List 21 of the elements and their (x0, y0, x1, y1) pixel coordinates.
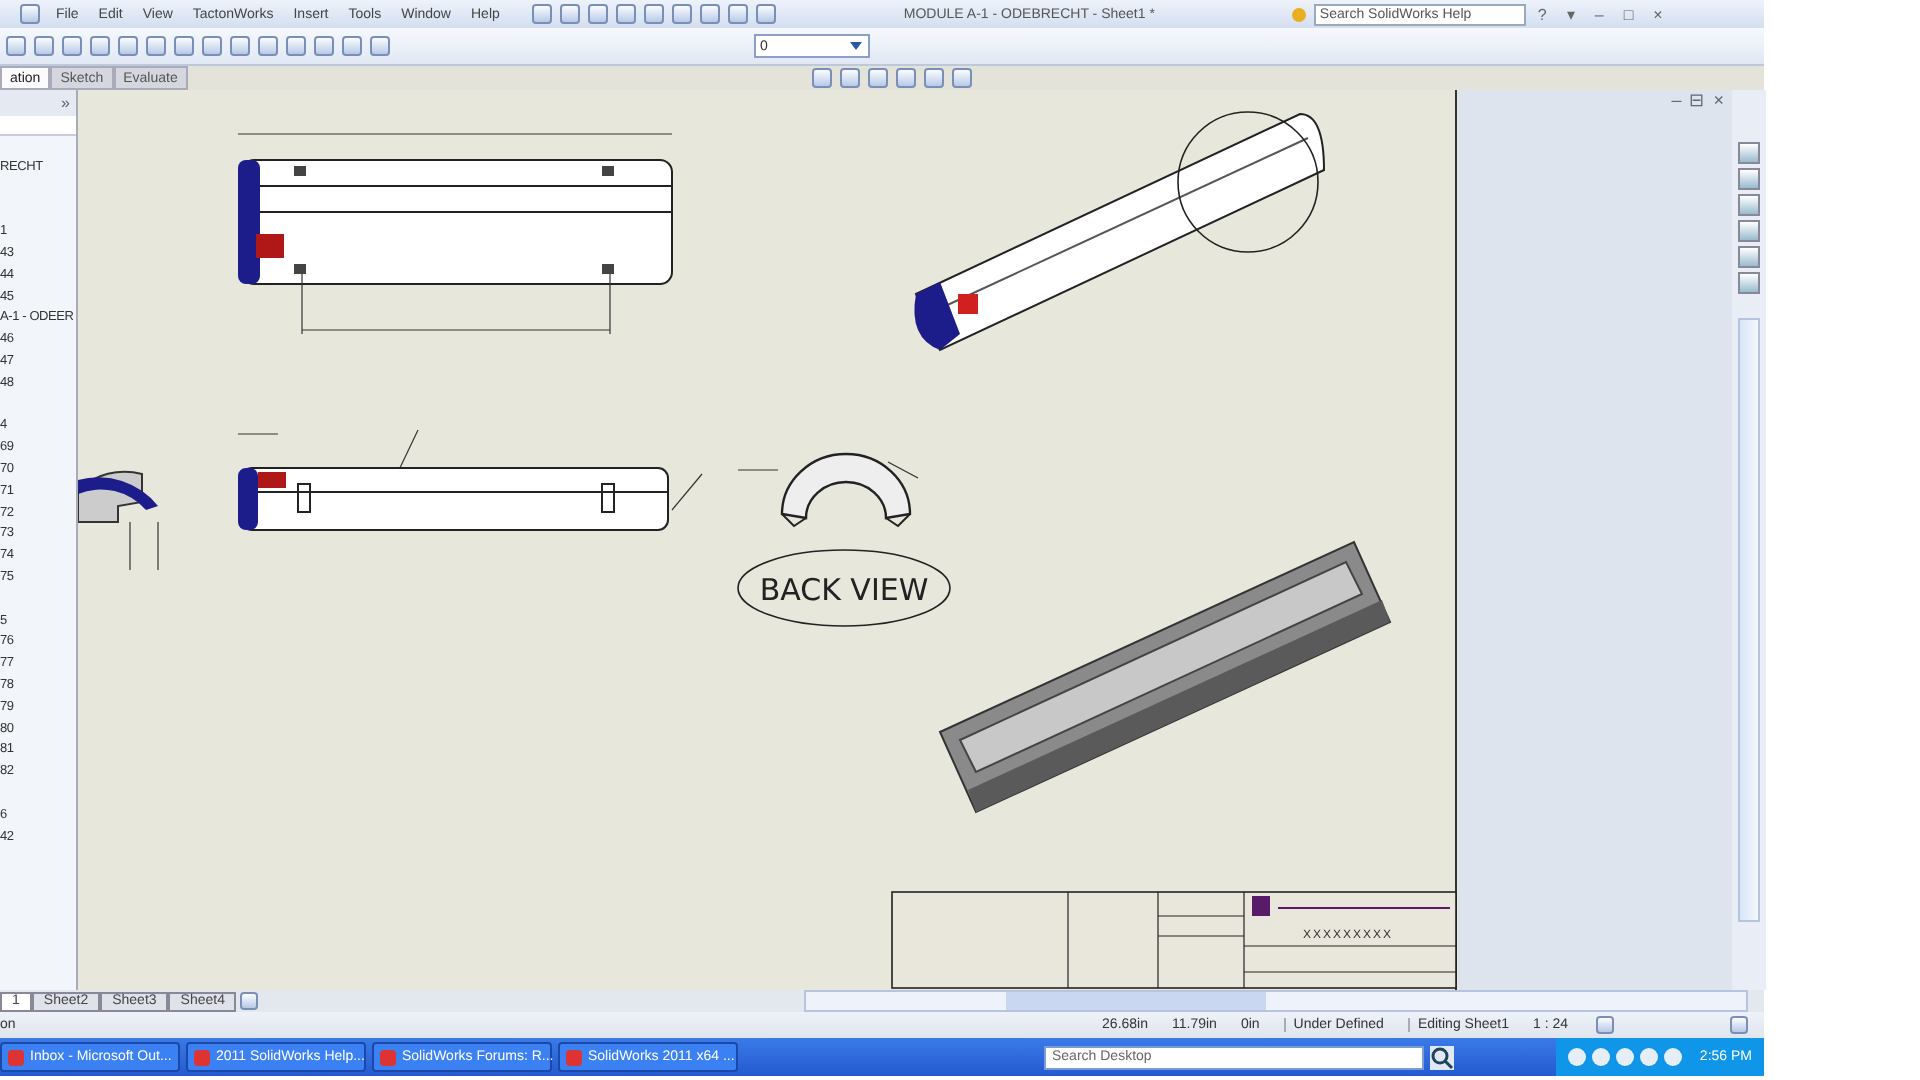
vertical-scrollbar[interactable] (1738, 318, 1760, 922)
app-icon (380, 1049, 396, 1065)
horizontal-scrollbar[interactable] (804, 990, 1748, 1012)
document-window-button[interactable]: – (1671, 90, 1682, 110)
document-window-button[interactable]: ⊟ (1689, 90, 1706, 110)
filter-field[interactable] (0, 116, 76, 136)
search-icon[interactable] (1430, 1045, 1454, 1069)
detail-circle (1177, 111, 1319, 253)
window-button[interactable]: – (1586, 5, 1612, 23)
document-window-button[interactable]: × (1713, 90, 1724, 110)
section-view-drawing (78, 470, 159, 571)
window-button[interactable]: □ (1615, 5, 1642, 23)
expand-button[interactable]: » (61, 94, 76, 112)
window-button[interactable]: × (1645, 5, 1671, 23)
app-icon (566, 1049, 582, 1065)
app-icon (8, 1049, 24, 1065)
caret-icon (848, 38, 864, 54)
window-button[interactable]: ? (1529, 5, 1555, 23)
window-button[interactable]: ▾ (1558, 5, 1583, 23)
view-label: BACK VIEW (759, 572, 929, 608)
app-icon (194, 1049, 210, 1065)
